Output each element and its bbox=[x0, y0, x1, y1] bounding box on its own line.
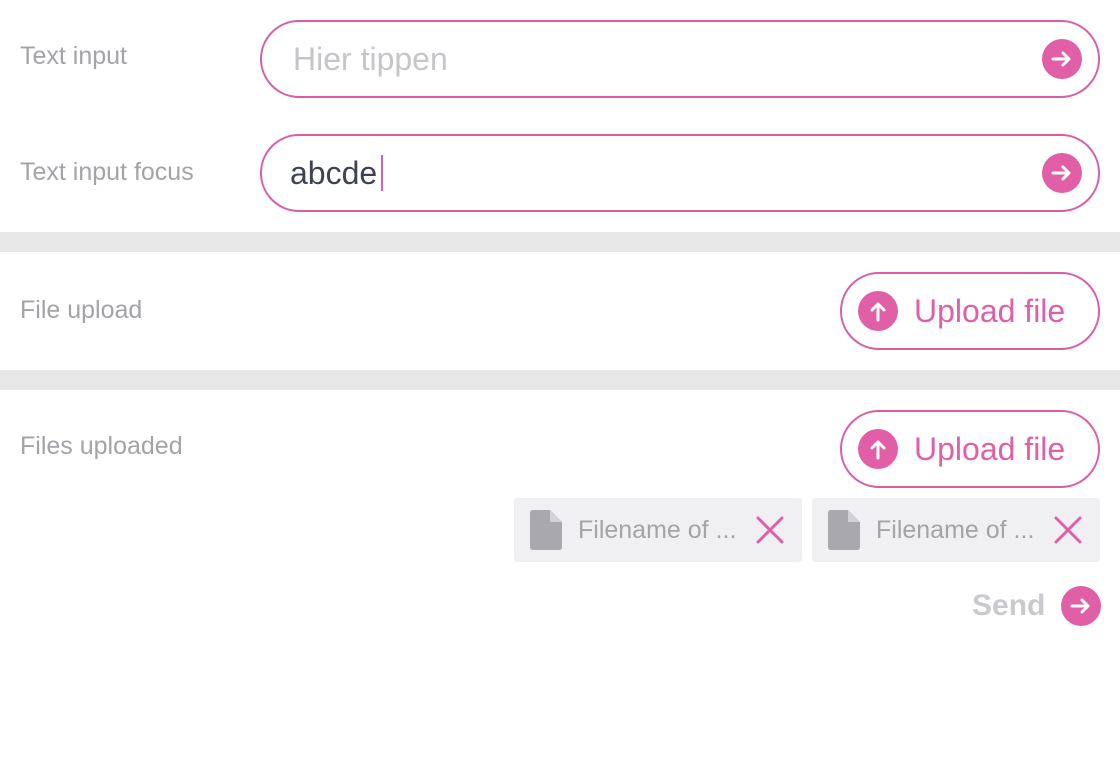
text-input-label: Text input bbox=[20, 42, 128, 70]
submit-button[interactable] bbox=[1042, 39, 1082, 79]
text-input-focus-value: abcde bbox=[290, 136, 384, 210]
send-button[interactable]: Send bbox=[972, 586, 1102, 626]
files-uploaded-label: Files uploaded bbox=[20, 432, 183, 460]
text-input-focus-field[interactable]: abcde bbox=[260, 134, 1100, 212]
close-icon bbox=[756, 516, 784, 544]
arrow-up-icon bbox=[870, 440, 886, 460]
send-icon-circle bbox=[1061, 586, 1102, 626]
file-chip: Filename of ... bbox=[514, 498, 802, 562]
file-upload-section: File upload Upload file bbox=[0, 252, 1120, 370]
file-icon bbox=[828, 510, 860, 550]
text-input-section: Text input Hier tippen Text input focus … bbox=[0, 0, 1120, 232]
arrow-right-icon bbox=[1051, 165, 1071, 181]
section-divider bbox=[0, 370, 1120, 390]
remove-file-button[interactable] bbox=[1052, 514, 1084, 546]
upload-file-button[interactable]: Upload file bbox=[840, 410, 1100, 488]
upload-file-label: Upload file bbox=[914, 292, 1066, 329]
upload-icon-circle bbox=[858, 291, 898, 331]
file-chip: Filename of ... bbox=[812, 498, 1100, 562]
send-label: Send bbox=[972, 589, 1046, 622]
text-input-focus-label: Text input focus bbox=[20, 158, 194, 186]
file-upload-label: File upload bbox=[20, 296, 143, 324]
file-name: Filename of ... bbox=[578, 515, 737, 544]
arrow-right-icon bbox=[1070, 598, 1090, 614]
remove-file-button[interactable] bbox=[754, 514, 786, 546]
upload-file-button[interactable]: Upload file bbox=[840, 272, 1100, 350]
file-icon bbox=[530, 510, 562, 550]
arrow-right-icon bbox=[1051, 51, 1071, 67]
submit-button[interactable] bbox=[1042, 153, 1082, 193]
section-divider bbox=[0, 232, 1120, 252]
upload-file-label: Upload file bbox=[914, 430, 1066, 467]
text-input-placeholder: Hier tippen bbox=[293, 40, 448, 77]
arrow-up-icon bbox=[870, 302, 886, 322]
text-caret bbox=[381, 155, 384, 191]
close-icon bbox=[1054, 516, 1082, 544]
typed-text: abcde bbox=[290, 154, 378, 191]
files-uploaded-section: Files uploaded Upload file Filename of .… bbox=[0, 390, 1120, 780]
text-input-field[interactable]: Hier tippen bbox=[260, 20, 1100, 98]
upload-icon-circle bbox=[858, 429, 898, 469]
file-name: Filename of ... bbox=[876, 515, 1035, 544]
